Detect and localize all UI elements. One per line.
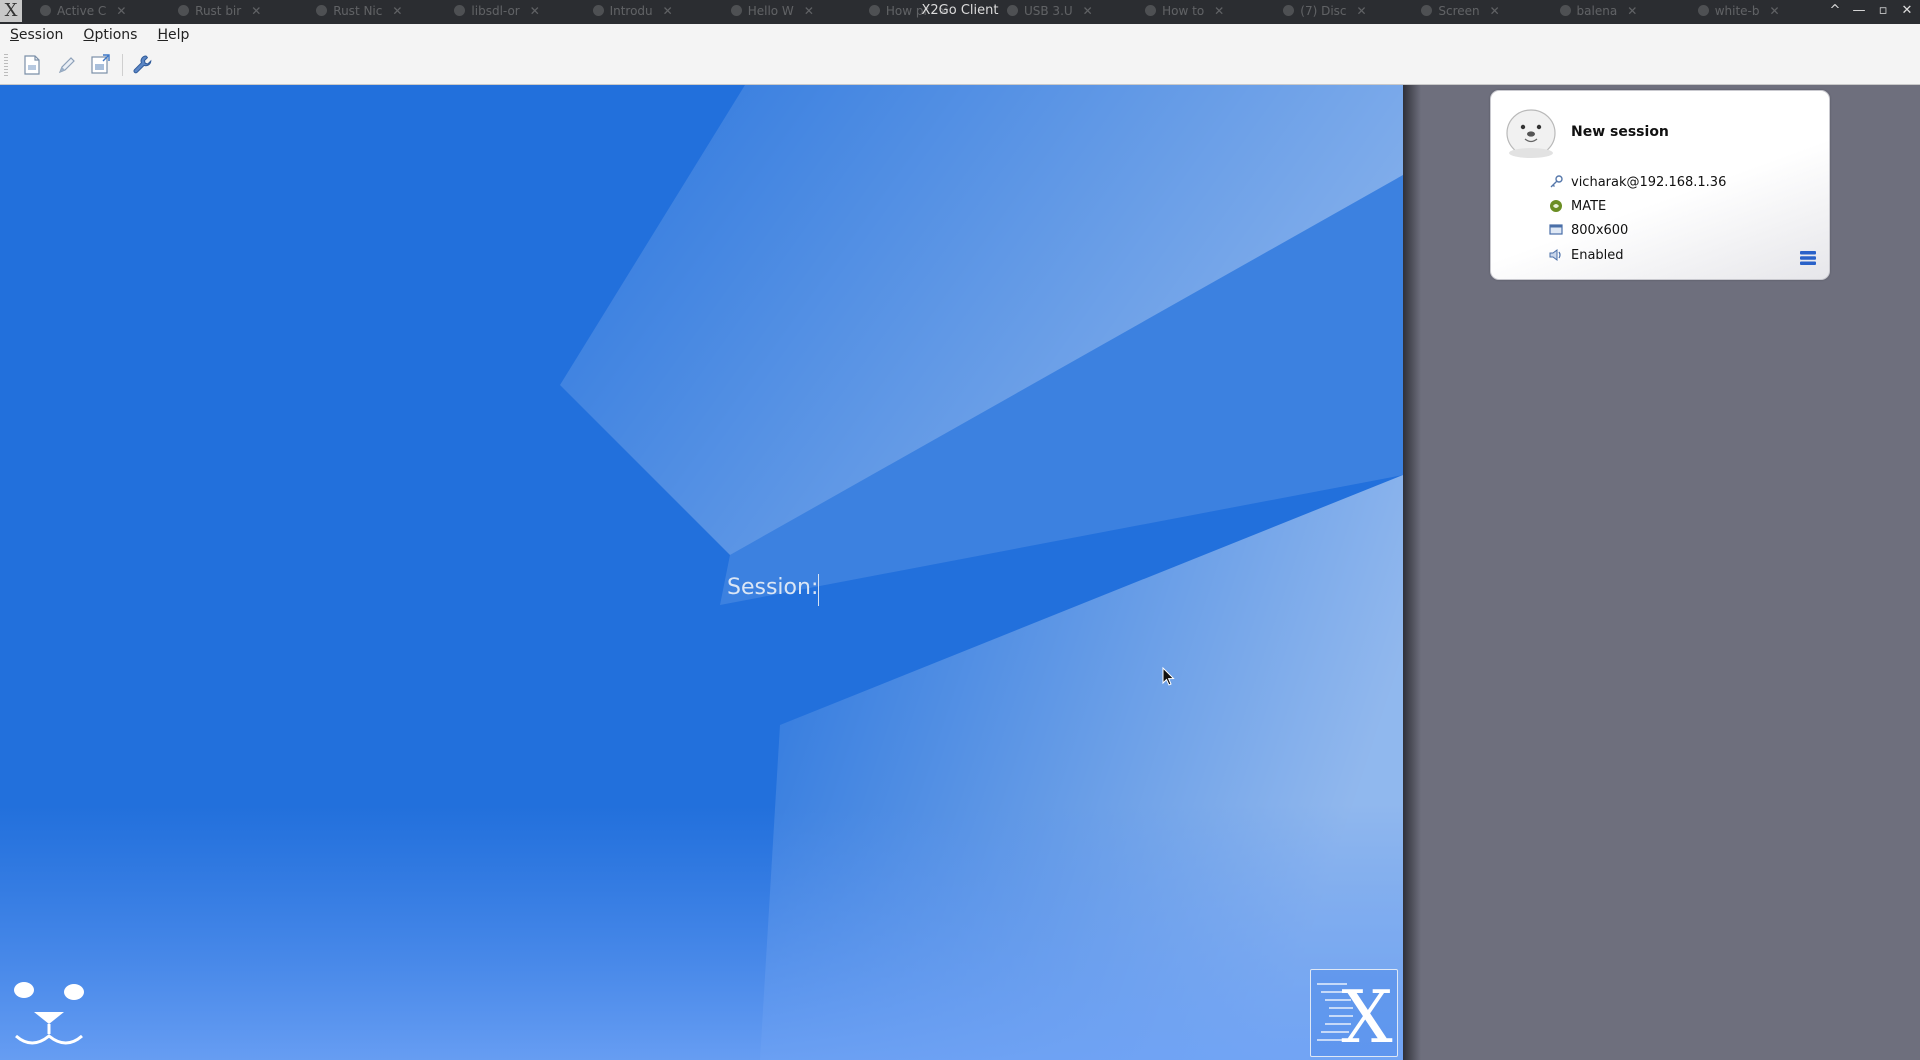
x-window-system-logo: X (1310, 969, 1398, 1057)
window-title: X2Go Client (921, 3, 999, 18)
export-session-button[interactable] (86, 51, 114, 79)
edit-session-icon (58, 57, 75, 74)
minimize-button[interactable]: — (1852, 2, 1866, 20)
session-menu-icon[interactable] (1799, 249, 1817, 267)
display-icon (1549, 223, 1563, 237)
mouse-pointer-icon (1162, 667, 1175, 686)
session-desktop: MATE (1571, 198, 1607, 214)
shade-button[interactable]: ^ (1828, 2, 1842, 20)
speaker-icon (1549, 248, 1563, 262)
session-avatar-icon (1506, 109, 1556, 158)
new-session-icon (24, 55, 40, 75)
session-resolution: 800x600 (1571, 222, 1629, 238)
wrench-icon (133, 55, 152, 74)
title-bar: X Active C ✕ Rust bir ✕ Rust Nic ✕ libsdl-o… (0, 0, 1920, 24)
session-resolution-row: 800x600 (1549, 220, 1628, 240)
session-sound: Enabled (1571, 247, 1624, 263)
menu-bar: Session Options Help (0, 24, 1920, 46)
panel-divider (1403, 85, 1421, 1060)
session-background-area: Session: X (0, 85, 1403, 1060)
new-session-button[interactable] (18, 51, 46, 79)
session-desktop-row: MATE (1549, 196, 1606, 216)
menu-options[interactable]: Options (73, 27, 147, 43)
session-name: New session (1571, 124, 1669, 140)
x2go-mascot-logo (14, 982, 84, 1045)
menu-session[interactable]: Session (0, 27, 73, 43)
preferences-button[interactable] (129, 51, 157, 79)
close-button[interactable]: ✕ (1900, 2, 1914, 20)
session-card[interactable]: New session vicharak@192.168.1.36 MATE 8… (1490, 90, 1830, 280)
toolbar-grip[interactable] (4, 54, 8, 76)
mate-desktop-icon (1549, 199, 1563, 213)
maximize-button[interactable]: ▫ (1876, 2, 1890, 20)
window-controls: ^ — ▫ ✕ (1828, 2, 1914, 20)
session-input[interactable] (818, 574, 1067, 606)
session-label: Session: (727, 575, 819, 600)
background-artwork (0, 85, 1403, 1060)
export-session-icon (91, 54, 110, 74)
toolbar-separator (122, 54, 123, 76)
menu-help[interactable]: Help (147, 27, 199, 43)
session-sound-row: Enabled (1549, 245, 1624, 265)
svg-text:X: X (1341, 975, 1392, 1057)
session-host: vicharak@192.168.1.36 (1571, 174, 1727, 190)
key-icon (1549, 175, 1563, 189)
session-host-row: vicharak@192.168.1.36 (1549, 172, 1726, 192)
edit-session-button[interactable] (52, 51, 80, 79)
toolbar (0, 46, 1920, 85)
